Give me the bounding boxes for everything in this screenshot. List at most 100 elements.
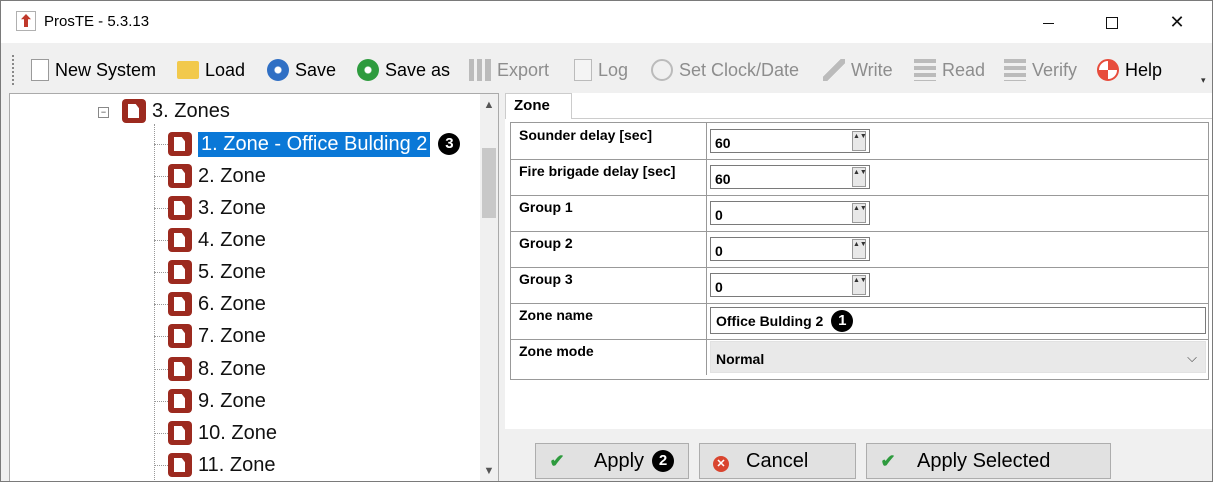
group-2-label: Group 2 bbox=[511, 231, 707, 267]
minimize-button[interactable] bbox=[1025, 5, 1071, 39]
zone-icon bbox=[168, 260, 192, 284]
tree-item-zone-4[interactable]: 4. Zone bbox=[168, 225, 266, 255]
apply-label: Apply bbox=[594, 449, 645, 472]
group-3-input[interactable]: 0 bbox=[710, 273, 870, 297]
zone-icon bbox=[168, 132, 192, 156]
pencil-icon bbox=[823, 59, 845, 81]
zone-properties-panel: Zone Sounder delay [sec] 60 ▲▼ Fire brig… bbox=[505, 93, 1212, 429]
read-label: Read bbox=[942, 59, 986, 80]
folder-icon bbox=[177, 61, 199, 79]
tree-item-zones[interactable]: 3. Zones bbox=[122, 96, 230, 126]
help-label: Help bbox=[1125, 59, 1163, 80]
zone-name-label: Zone name bbox=[511, 303, 707, 339]
callout-badge-3: 3 bbox=[438, 133, 461, 155]
tree-item-zone-6[interactable]: 6. Zone bbox=[168, 289, 266, 319]
set-clock-label: Set Clock/Date bbox=[679, 59, 800, 80]
save-as-label: Save as bbox=[385, 59, 451, 80]
property-grid: Sounder delay [sec] 60 ▲▼ Fire brigade d… bbox=[510, 122, 1209, 380]
export-button[interactable]: Export bbox=[469, 57, 549, 83]
tree-item-label: 1. Zone - Office Bulding 2 bbox=[198, 131, 431, 157]
cancel-button[interactable]: ✕ Cancel bbox=[699, 443, 856, 479]
fire-brigade-delay-input[interactable]: 60 bbox=[710, 165, 870, 189]
tree-connector bbox=[154, 304, 168, 305]
apply-selected-button[interactable]: ✔ Apply Selected bbox=[866, 443, 1111, 479]
group-1-input[interactable]: 0 bbox=[710, 201, 870, 225]
maximize-button[interactable] bbox=[1089, 5, 1135, 39]
scroll-down-icon[interactable]: ▼ bbox=[480, 462, 498, 480]
log-button[interactable]: Log bbox=[574, 57, 628, 83]
help-button[interactable]: Help bbox=[1097, 57, 1162, 83]
toolbar: New System Load Save Save as Export Log … bbox=[1, 47, 1212, 93]
load-label: Load bbox=[205, 59, 246, 80]
group-3-spinner-icon[interactable]: ▲▼ bbox=[852, 275, 867, 295]
read-button[interactable]: Read bbox=[914, 57, 985, 83]
apply-button[interactable]: ✔ Apply 2 bbox=[535, 443, 689, 479]
app-window: ProsTE - 5.3.13 ✕ New System Load Save S… bbox=[0, 0, 1213, 482]
write-button[interactable]: Write bbox=[823, 57, 893, 83]
save-as-button[interactable]: Save as bbox=[357, 57, 450, 83]
tree-item-label: 7. Zone bbox=[198, 324, 266, 347]
zone-icon bbox=[168, 164, 192, 188]
set-clock-button[interactable]: Set Clock/Date bbox=[651, 57, 799, 83]
zone-icon bbox=[168, 292, 192, 316]
fire-brigade-delay-label: Fire brigade delay [sec] bbox=[511, 159, 707, 195]
log-label: Log bbox=[598, 59, 629, 80]
tree-item-zone-11[interactable]: 11. Zone bbox=[168, 450, 275, 480]
group-2-input[interactable]: 0 bbox=[710, 237, 870, 261]
tree-item-zone-5[interactable]: 5. Zone bbox=[168, 257, 266, 287]
row-zone-mode: Zone mode Normal ⌵ bbox=[511, 339, 1208, 375]
new-system-button[interactable]: New System bbox=[29, 57, 156, 83]
load-button[interactable]: Load bbox=[177, 57, 245, 83]
sounder-delay-input[interactable]: 60 bbox=[710, 129, 870, 153]
verify-button[interactable]: Verify bbox=[1004, 57, 1077, 83]
clock-icon bbox=[651, 59, 673, 81]
row-group-1: Group 1 0 ▲▼ bbox=[511, 195, 1208, 232]
group-1-label: Group 1 bbox=[511, 195, 707, 231]
group-2-spinner-icon[interactable]: ▲▼ bbox=[852, 239, 867, 259]
zone-icon bbox=[168, 453, 192, 477]
tree-scrollbar[interactable]: ▲ ▼ bbox=[480, 94, 498, 481]
read-icon bbox=[914, 59, 936, 81]
row-sounder-delay: Sounder delay [sec] 60 ▲▼ bbox=[511, 123, 1208, 160]
row-fire-brigade-delay: Fire brigade delay [sec] 60 ▲▼ bbox=[511, 159, 1208, 196]
tree-item-label: 6. Zone bbox=[198, 292, 266, 315]
tree-item-zone-1[interactable]: 1. Zone - Office Bulding 2 3 bbox=[168, 129, 461, 159]
checkmark-icon: ✔ bbox=[880, 450, 896, 471]
sounder-delay-label: Sounder delay [sec] bbox=[511, 123, 707, 159]
tree-connector bbox=[154, 208, 168, 209]
zone-mode-label: Zone mode bbox=[511, 339, 707, 375]
tree-item-label: 3. Zones bbox=[152, 99, 230, 122]
fire-brigade-delay-spinner-icon[interactable]: ▲▼ bbox=[852, 167, 867, 187]
tree-item-zone-2[interactable]: 2. Zone bbox=[168, 161, 266, 191]
zone-mode-value: Normal bbox=[716, 351, 765, 367]
tab-zone[interactable]: Zone bbox=[505, 93, 572, 119]
group-1-spinner-icon[interactable]: ▲▼ bbox=[852, 203, 867, 223]
zone-name-input[interactable]: Office Bulding 2 1 bbox=[710, 307, 1206, 334]
cancel-icon: ✕ bbox=[710, 451, 732, 472]
group-3-label: Group 3 bbox=[511, 267, 707, 303]
zone-mode-select[interactable]: Normal ⌵ bbox=[710, 341, 1206, 373]
tree-connector bbox=[154, 433, 168, 434]
tree-item-zone-8[interactable]: 8. Zone bbox=[168, 354, 266, 384]
scroll-thumb[interactable] bbox=[482, 148, 496, 218]
tree-connector bbox=[154, 124, 156, 481]
toolbar-grip[interactable] bbox=[12, 55, 14, 85]
app-logo-icon bbox=[16, 11, 36, 31]
zone-tree[interactable]: − 3. Zones 1. Zone - Office Bulding 2 3 … bbox=[9, 93, 499, 481]
tree-item-zone-10[interactable]: 10. Zone bbox=[168, 418, 277, 448]
toolbar-overflow-icon[interactable]: ▾ bbox=[1201, 75, 1206, 86]
tree-item-zone-7[interactable]: 7. Zone bbox=[168, 321, 266, 351]
collapse-icon[interactable]: − bbox=[98, 107, 109, 118]
tree-item-zone-9[interactable]: 9. Zone bbox=[168, 386, 266, 416]
export-label: Export bbox=[497, 59, 550, 80]
new-system-label: New System bbox=[55, 59, 157, 80]
close-button[interactable]: ✕ bbox=[1154, 5, 1200, 39]
zone-icon bbox=[168, 421, 192, 445]
tree-item-label: 8. Zone bbox=[198, 357, 266, 380]
scroll-up-icon[interactable]: ▲ bbox=[480, 96, 498, 114]
sounder-delay-spinner-icon[interactable]: ▲▼ bbox=[852, 131, 867, 151]
save-button[interactable]: Save bbox=[267, 57, 336, 83]
tree-item-zone-3[interactable]: 3. Zone bbox=[168, 193, 266, 223]
zone-icon bbox=[168, 324, 192, 348]
cancel-label: Cancel bbox=[746, 449, 809, 472]
